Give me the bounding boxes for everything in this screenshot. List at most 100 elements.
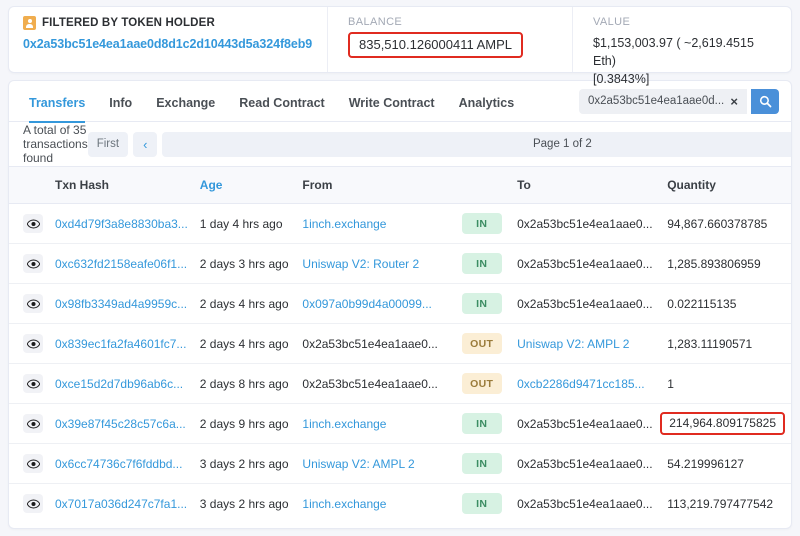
pagination-first-button[interactable]: First: [87, 131, 129, 157]
balance-column: BALANCE 835,510.126000411 AMPL: [327, 7, 572, 72]
results-toolbar: A total of 35 transactions found First ‹…: [9, 122, 791, 166]
balance-label: BALANCE: [348, 16, 403, 28]
to-address: 0x2a53bc51e4ea1aae0...: [517, 216, 653, 231]
row-quantity-cell: 1,285.893806959: [661, 243, 791, 284]
table-row: 0xce15d2d7db96ab6c... 2 days 8 hrs ago 0x2…: [9, 363, 791, 404]
direction-badge: OUT: [461, 373, 502, 394]
row-quantity-cell: 1,283.11190571: [661, 323, 791, 364]
transfers-table: Txn Hash Age From To Quantity 0xd4d79f3a…: [9, 166, 791, 523]
pagination-prev-button[interactable]: ‹: [133, 131, 158, 157]
row-to-cell: 0xcb2286d9471cc185...: [511, 363, 662, 404]
txn-hash-link[interactable]: 0x39e87f45c28c57c6a...: [55, 417, 186, 431]
row-quantity-cell: 94,867.660378785: [661, 203, 791, 244]
search-button[interactable]: [751, 88, 779, 114]
column-header-to[interactable]: To: [511, 166, 662, 204]
row-age-cell: 3 days 2 hrs ago: [199, 496, 289, 511]
tab-read-contract[interactable]: Read Contract: [227, 81, 336, 122]
from-address[interactable]: 0x097a0b99d4a00099...: [302, 297, 431, 311]
view-transaction-button[interactable]: [23, 214, 43, 233]
table-row: 0x39e87f45c28c57c6a... 2 days 9 hrs ago 1i…: [9, 403, 791, 444]
to-address: 0x2a53bc51e4ea1aae0...: [517, 496, 653, 511]
tab-exchange[interactable]: Exchange: [144, 81, 227, 122]
table-head: Txn Hash Age From To Quantity: [9, 166, 791, 204]
row-to-cell: 0x2a53bc51e4ea1aae0...: [511, 403, 662, 444]
view-transaction-button[interactable]: [23, 414, 43, 433]
direction-badge: IN: [461, 453, 502, 474]
view-transaction-button[interactable]: [23, 254, 43, 273]
row-age-cell: 2 days 3 hrs ago: [193, 243, 297, 284]
column-header-view: [9, 166, 49, 204]
tab-transfers[interactable]: Transfers: [21, 81, 97, 123]
row-view-cell: [9, 283, 49, 324]
txn-hash-link[interactable]: 0xc632fd2158eafe06f1...: [55, 257, 187, 271]
row-to-cell: 0x2a53bc51e4ea1aae0...: [511, 443, 662, 484]
from-address[interactable]: 1inch.exchange: [302, 217, 386, 231]
row-from-cell: 0x2a53bc51e4ea1aae0...: [296, 323, 456, 364]
row-age-cell: 3 days 2 hrs ago: [193, 443, 297, 484]
row-direction-cell: IN: [455, 443, 512, 484]
column-header-txn-hash[interactable]: Txn Hash: [49, 166, 194, 204]
row-direction-cell: OUT: [455, 363, 512, 404]
to-address[interactable]: 0xcb2286d9471cc185...: [517, 377, 644, 391]
tab-analytics[interactable]: Analytics: [447, 81, 527, 122]
pagination-page-indicator[interactable]: Page 1 of 2: [162, 131, 791, 157]
value-label: VALUE: [593, 16, 631, 28]
row-to-cell: Uniswap V2: AMPL 2: [511, 323, 662, 364]
tab-write-contract[interactable]: Write Contract: [337, 81, 447, 122]
table-row: 0x839ec1fa2fa4601fc7... 2 days 4 hrs ago 0…: [9, 323, 791, 364]
search-area: 0x2a53bc51e4ea1aae0d... ×: [579, 88, 779, 114]
row-txn-hash-cell: 0x839ec1fa2fa4601fc7...: [49, 323, 194, 364]
row-from-cell: 1inch.exchange: [296, 203, 456, 244]
pagination: First ‹ Page 1 of 2 › Last: [87, 131, 791, 157]
search-input[interactable]: 0x2a53bc51e4ea1aae0d... ×: [579, 88, 747, 114]
holder-address-link[interactable]: 0x2a53bc51e4ea1aae0d8d1c2d10443d5a324f8e…: [23, 37, 313, 51]
txn-hash-link[interactable]: 0x98fb3349ad4a9959c...: [55, 297, 187, 311]
row-from-cell: Uniswap V2: Router 2: [296, 243, 456, 284]
eye-icon: [26, 459, 40, 468]
column-header-from[interactable]: From: [296, 166, 456, 204]
view-transaction-button[interactable]: [23, 374, 43, 393]
to-address[interactable]: Uniswap V2: AMPL 2: [517, 337, 629, 351]
filter-label: FILTERED BY TOKEN HOLDER: [42, 17, 215, 29]
column-header-age[interactable]: Age: [193, 166, 297, 204]
to-address: 0x2a53bc51e4ea1aae0...: [517, 456, 653, 471]
view-transaction-button[interactable]: [23, 334, 43, 353]
row-age-cell: 1 day 4 hrs ago: [193, 203, 297, 244]
row-view-cell: [9, 363, 49, 404]
from-address[interactable]: 1inch.exchange: [302, 417, 386, 431]
view-transaction-button[interactable]: [23, 294, 43, 313]
txn-hash-link[interactable]: 0x6cc74736c7f6fddbd...: [55, 457, 182, 471]
from-address: 0x2a53bc51e4ea1aae0...: [302, 376, 438, 391]
row-direction-cell: IN: [455, 403, 512, 444]
token-holder-summary-card: FILTERED BY TOKEN HOLDER 0x2a53bc51e4ea1…: [8, 6, 792, 86]
txn-hash-link[interactable]: 0x7017a036d247c7fa1...: [55, 497, 187, 511]
token-transfers-page: FILTERED BY TOKEN HOLDER 0x2a53bc51e4ea1…: [0, 0, 800, 536]
column-header-quantity[interactable]: Quantity: [661, 166, 791, 204]
table-row: 0x6cc74736c7f6fddbd... 3 days 2 hrs ago Un…: [9, 443, 791, 484]
transfers-panel: Transfers Info Exchange Read Contract Wr…: [8, 80, 792, 529]
txn-hash-link[interactable]: 0xd4d79f3a8e8830ba3...: [55, 217, 188, 231]
from-address[interactable]: 1inch.exchange: [302, 497, 386, 511]
close-icon[interactable]: ×: [727, 95, 741, 108]
txn-hash-link[interactable]: 0xce15d2d7db96ab6c...: [55, 377, 183, 391]
direction-badge: OUT: [461, 333, 502, 354]
from-address[interactable]: Uniswap V2: Router 2: [302, 257, 419, 271]
from-address[interactable]: Uniswap V2: AMPL 2: [302, 457, 414, 471]
value-usd-eth: $1,153,003.97 ( ~2,619.4515 Eth): [593, 36, 754, 69]
table-row: 0x7017a036d247c7fa1... 3 days 2 hrs ago 1i…: [9, 484, 791, 524]
view-transaction-button[interactable]: [23, 454, 43, 473]
view-transaction-button[interactable]: [23, 494, 43, 513]
value-column: VALUE $1,153,003.97 ( ~2,619.4515 Eth) […: [572, 7, 791, 86]
row-to-cell: 0x2a53bc51e4ea1aae0...: [511, 203, 662, 244]
tab-info[interactable]: Info: [97, 81, 144, 122]
quantity-highlight: 214,964.809175825: [660, 412, 785, 435]
row-quantity-cell: 113,219.797477542: [667, 496, 774, 511]
table-row: 0x98fb3349ad4a9959c... 2 days 4 hrs ago 0x…: [9, 283, 791, 324]
direction-badge: IN: [461, 293, 502, 314]
row-from-cell: 0x2a53bc51e4ea1aae0...: [296, 363, 456, 404]
search-input-value: 0x2a53bc51e4ea1aae0d...: [588, 95, 725, 107]
row-direction-cell: OUT: [455, 323, 512, 364]
txn-hash-link[interactable]: 0x839ec1fa2fa4601fc7...: [55, 337, 186, 351]
eye-icon: [26, 259, 40, 268]
row-age-cell: 2 days 8 hrs ago: [193, 363, 297, 404]
